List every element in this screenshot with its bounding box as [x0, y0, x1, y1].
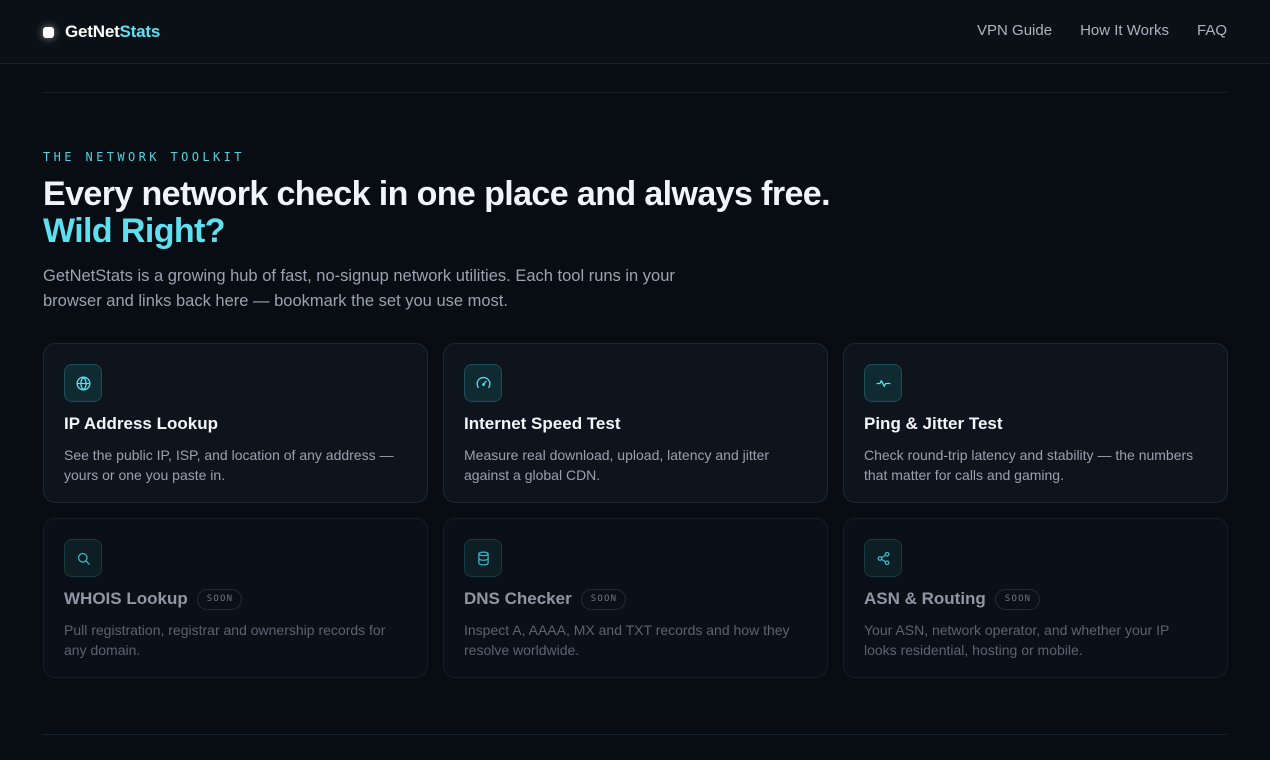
card-title-row: WHOIS Lookup SOON	[64, 587, 407, 611]
card-title-row: Internet Speed Test	[464, 412, 807, 436]
top-bar: GetNetStats VPN Guide How It Works FAQ	[0, 0, 1270, 64]
card-title-row: ASN & Routing SOON	[864, 587, 1207, 611]
speedometer-icon	[464, 364, 502, 402]
brand-name-accent: Stats	[119, 22, 161, 41]
brand-name-main: GetNet	[65, 22, 120, 41]
brand-logo-link[interactable]: GetNetStats	[43, 20, 160, 44]
card-title: Internet Speed Test	[464, 414, 621, 433]
hero-headline-main: Every network check in one place and alw…	[43, 175, 831, 213]
soon-badge: SOON	[580, 588, 627, 610]
brand-dot-icon	[43, 26, 54, 38]
card-title: ASN & Routing	[864, 589, 986, 608]
card-description: See the public IP, ISP, and location of …	[64, 447, 394, 483]
tool-card-ip-lookup[interactable]: IP Address Lookup See the public IP, ISP…	[43, 343, 428, 503]
brand-name: GetNetStats	[65, 22, 160, 42]
database-icon	[464, 539, 502, 577]
nav-link-vpn-guide[interactable]: VPN Guide	[977, 22, 1052, 39]
pulse-icon	[864, 364, 902, 402]
search-icon	[64, 539, 102, 577]
hero-headline: Every network check in one place and alw…	[43, 176, 943, 250]
main-nav: VPN Guide How It Works FAQ	[977, 22, 1227, 39]
globe-icon	[64, 364, 102, 402]
card-title: Ping & Jitter Test	[864, 414, 1003, 433]
nav-link-faq[interactable]: FAQ	[1197, 22, 1227, 39]
hero-eyebrow: THE NETWORK TOOLKIT	[43, 150, 245, 164]
tool-card-whois[interactable]: WHOIS Lookup SOON Pull registration, reg…	[43, 518, 428, 678]
hero-headline-accent: Wild Right?	[43, 212, 226, 250]
soon-badge: SOON	[196, 588, 243, 610]
card-title: DNS Checker	[464, 589, 572, 608]
tools-grid: IP Address Lookup See the public IP, ISP…	[43, 343, 1228, 678]
tool-card-dns-checker[interactable]: DNS Checker SOON Inspect A, AAAA, MX and…	[443, 518, 828, 678]
card-description: Pull registration, registrar and ownersh…	[64, 622, 386, 658]
card-description: Your ASN, network operator, and whether …	[864, 622, 1170, 658]
top-divider	[43, 92, 1227, 93]
share-nodes-icon	[864, 539, 902, 577]
tool-card-ping-jitter[interactable]: Ping & Jitter Test Check round-trip late…	[843, 343, 1228, 503]
bottom-divider	[43, 734, 1227, 735]
card-description: Inspect A, AAAA, MX and TXT records and …	[464, 622, 790, 658]
soon-badge: SOON	[994, 588, 1041, 610]
card-title-row: DNS Checker SOON	[464, 587, 807, 611]
card-description: Measure real download, upload, latency a…	[464, 447, 770, 483]
card-title: IP Address Lookup	[64, 414, 218, 433]
tool-card-speed-test[interactable]: Internet Speed Test Measure real downloa…	[443, 343, 828, 503]
tool-card-asn-routing[interactable]: ASN & Routing SOON Your ASN, network ope…	[843, 518, 1228, 678]
card-title-row: Ping & Jitter Test	[864, 412, 1207, 436]
card-title: WHOIS Lookup	[64, 589, 188, 608]
card-description: Check round-trip latency and stability —…	[864, 447, 1194, 483]
card-title-row: IP Address Lookup	[64, 412, 407, 436]
hero-intro: GetNetStats is a growing hub of fast, no…	[43, 267, 675, 310]
nav-link-how-it-works[interactable]: How It Works	[1080, 22, 1169, 39]
